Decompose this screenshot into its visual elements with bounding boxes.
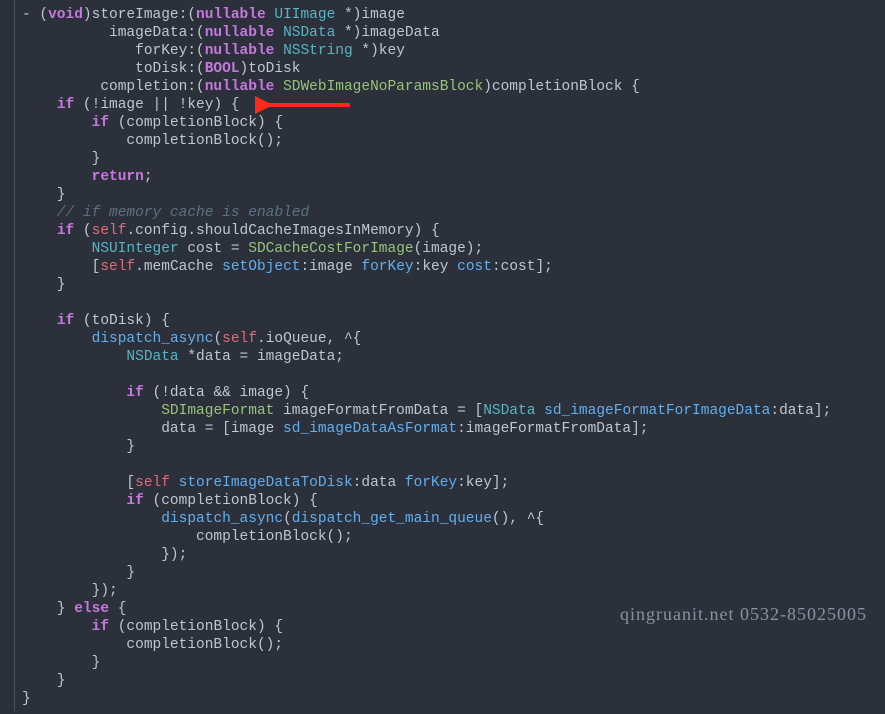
code-line: imageData:(nullable NSData *)imageData bbox=[22, 25, 440, 41]
code-line: if (self.config.shouldCacheImagesInMemor… bbox=[22, 223, 440, 239]
code-line: } bbox=[22, 691, 31, 707]
code-line: data = [image sd_imageDataAsFormat:image… bbox=[22, 421, 649, 437]
code-line: if (toDisk) { bbox=[22, 313, 170, 329]
code-line: } else { bbox=[22, 601, 126, 617]
code-line: SDImageFormat imageFormatFromData = [NSD… bbox=[22, 403, 831, 419]
code-line: } bbox=[22, 277, 66, 293]
code-line: return; bbox=[22, 169, 153, 185]
code-line: - (void)storeImage:(nullable UIImage *)i… bbox=[22, 7, 405, 23]
code-line: if (completionBlock) { bbox=[22, 115, 283, 131]
code-line: [self storeImageDataToDisk:data forKey:k… bbox=[22, 475, 509, 491]
code-line: // if memory cache is enabled bbox=[22, 205, 309, 221]
code-line: forKey:(nullable NSString *)key bbox=[22, 43, 405, 59]
code-line: if (!image || !key) { bbox=[22, 97, 240, 113]
code-line: } bbox=[22, 655, 100, 671]
code-line: toDisk:(BOOL)toDisk bbox=[22, 61, 300, 77]
code-line: dispatch_async(dispatch_get_main_queue()… bbox=[22, 511, 544, 527]
code-line: completionBlock(); bbox=[22, 529, 353, 545]
code-line: if (!data && image) { bbox=[22, 385, 309, 401]
code-line: dispatch_async(self.ioQueue, ^{ bbox=[22, 331, 361, 347]
code-line: }); bbox=[22, 547, 187, 563]
code-line: NSUInteger cost = SDCacheCostForImage(im… bbox=[22, 241, 483, 257]
code-line: } bbox=[22, 565, 135, 581]
code-line: } bbox=[22, 151, 100, 167]
code-line: completion:(nullable SDWebImageNoParamsB… bbox=[22, 79, 640, 95]
code-line: } bbox=[22, 187, 66, 203]
code-line: completionBlock(); bbox=[22, 133, 283, 149]
code-line: NSData *data = imageData; bbox=[22, 349, 344, 365]
code-line: } bbox=[22, 673, 66, 689]
watermark-text: qingruanit.net 0532-85025005 bbox=[620, 605, 867, 623]
code-line: if (completionBlock) { bbox=[22, 619, 283, 635]
code-line: if (completionBlock) { bbox=[22, 493, 318, 509]
code-line: }); bbox=[22, 583, 118, 599]
code-line: [self.memCache setObject:image forKey:ke… bbox=[22, 259, 553, 275]
code-line: } bbox=[22, 439, 135, 455]
code-line: completionBlock(); bbox=[22, 637, 283, 653]
gutter bbox=[0, 0, 15, 711]
